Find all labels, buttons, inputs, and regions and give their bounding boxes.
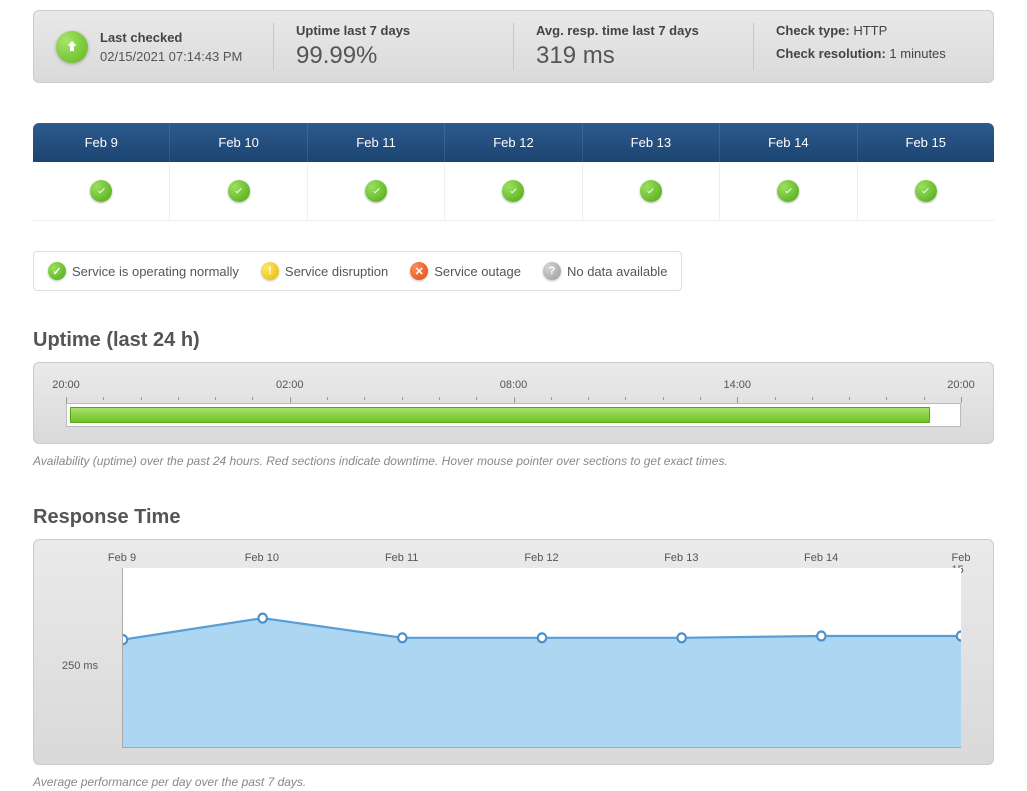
day-status-cell[interactable] xyxy=(583,162,720,221)
uptime-label: Uptime last 7 days xyxy=(296,23,491,38)
day-header: Feb 15 xyxy=(858,123,994,162)
legend-nodata-label: No data available xyxy=(567,264,667,279)
day-header: Feb 11 xyxy=(308,123,445,162)
check-ok-icon: ✓ xyxy=(48,262,66,280)
uptime-track[interactable] xyxy=(66,403,961,427)
check-ok-icon xyxy=(502,180,524,202)
check-res-value: 1 minutes xyxy=(889,46,945,61)
day-status-cell[interactable] xyxy=(308,162,445,221)
day-header: Feb 14 xyxy=(720,123,857,162)
legend-nodata: ? No data available xyxy=(543,262,667,280)
legend-warn-label: Service disruption xyxy=(285,264,388,279)
day-header: Feb 12 xyxy=(445,123,582,162)
check-meta-cell: Check type: HTTP Check resolution: 1 min… xyxy=(754,23,993,70)
uptime-section-title: Uptime (last 24 h) xyxy=(33,329,994,352)
uptime-value: 99.99% xyxy=(296,42,491,70)
avg-resp-value: 319 ms xyxy=(536,42,731,70)
day-status-cell[interactable] xyxy=(170,162,307,221)
legend-warn: ! Service disruption xyxy=(261,262,388,280)
check-ok-icon xyxy=(90,180,112,202)
question-icon: ? xyxy=(543,262,561,280)
rt-plot[interactable] xyxy=(122,568,961,748)
days-body xyxy=(33,162,994,221)
uptime-panel: 20:0002:0008:0014:0020:00 xyxy=(33,362,994,444)
check-type-label: Check type: xyxy=(776,23,850,38)
check-ok-icon xyxy=(228,180,250,202)
avg-resp-label: Avg. resp. time last 7 days xyxy=(536,23,731,38)
rt-panel: Feb 9Feb 10Feb 11Feb 12Feb 13Feb 14Feb 1… xyxy=(33,539,994,765)
error-icon: ✕ xyxy=(410,262,428,280)
last-checked-label: Last checked xyxy=(100,30,242,45)
rt-xaxis: Feb 9Feb 10Feb 11Feb 12Feb 13Feb 14Feb 1… xyxy=(122,552,961,566)
uptime-cell: Uptime last 7 days 99.99% xyxy=(274,23,514,70)
status-legend: ✓ Service is operating normally ! Service … xyxy=(33,251,682,291)
day-header: Feb 13 xyxy=(583,123,720,162)
check-res-label: Check resolution: xyxy=(776,46,886,61)
avg-resp-cell: Avg. resp. time last 7 days 319 ms xyxy=(514,23,754,70)
check-ok-icon xyxy=(640,180,662,202)
check-type-value: HTTP xyxy=(853,23,887,38)
uptime-fill xyxy=(70,407,930,423)
rt-ytick-label: 250 ms xyxy=(62,660,98,672)
check-ok-icon xyxy=(365,180,387,202)
warning-icon: ! xyxy=(261,262,279,280)
last-checked-timestamp: 02/15/2021 07:14:43 PM xyxy=(100,49,242,64)
check-ok-icon xyxy=(915,180,937,202)
rt-caption: Average performance per day over the pas… xyxy=(33,775,994,789)
day-status-cell[interactable] xyxy=(445,162,582,221)
days-header: Feb 9 Feb 10 Feb 11 Feb 12 Feb 13 Feb 14… xyxy=(33,123,994,162)
legend-ok-label: Service is operating normally xyxy=(72,264,239,279)
last-checked-cell: Last checked 02/15/2021 07:14:43 PM xyxy=(34,23,274,70)
uptime-caption: Availability (uptime) over the past 24 h… xyxy=(33,454,994,468)
check-ok-icon xyxy=(777,180,799,202)
day-status-cell[interactable] xyxy=(720,162,857,221)
day-status-cell[interactable] xyxy=(33,162,170,221)
summary-panel: Last checked 02/15/2021 07:14:43 PM Upti… xyxy=(33,10,994,83)
legend-down-label: Service outage xyxy=(434,264,521,279)
day-header: Feb 9 xyxy=(33,123,170,162)
legend-ok: ✓ Service is operating normally xyxy=(48,262,239,280)
rt-section-title: Response Time xyxy=(33,506,994,529)
up-arrow-icon xyxy=(56,31,88,63)
legend-down: ✕ Service outage xyxy=(410,262,521,280)
day-header: Feb 10 xyxy=(170,123,307,162)
days-status-table: Feb 9 Feb 10 Feb 11 Feb 12 Feb 13 Feb 14… xyxy=(33,123,994,221)
day-status-cell[interactable] xyxy=(858,162,994,221)
uptime-xaxis: 20:0002:0008:0014:0020:00 xyxy=(66,379,961,393)
